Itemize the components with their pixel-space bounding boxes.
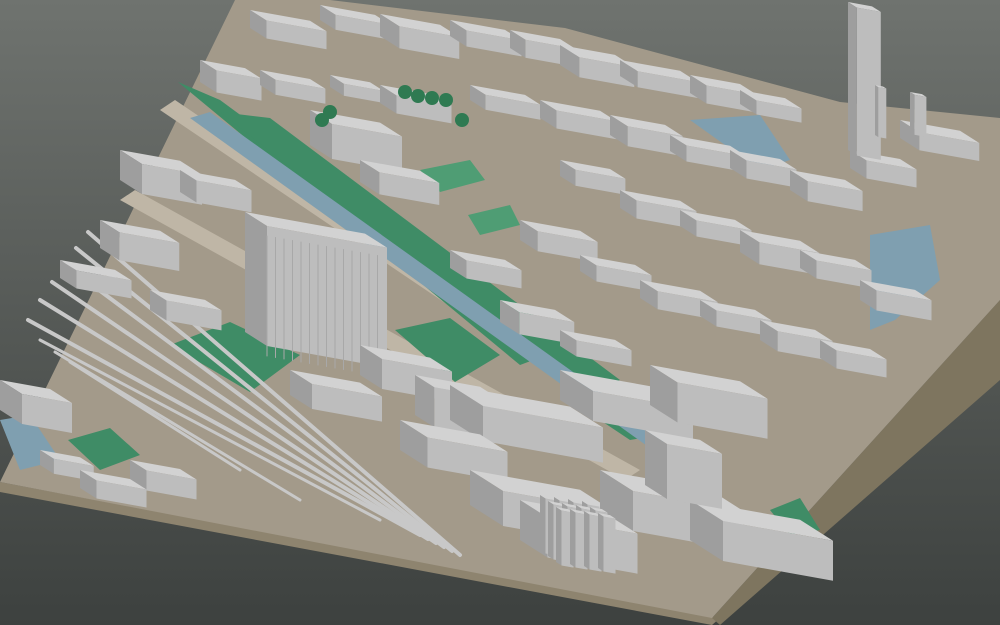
large-office-block bbox=[245, 212, 267, 346]
silo bbox=[598, 513, 604, 572]
city-model-viewport[interactable] bbox=[0, 0, 1000, 625]
tree bbox=[411, 89, 425, 103]
building-block bbox=[667, 444, 722, 509]
tall-tower bbox=[856, 7, 881, 160]
tower-annex bbox=[910, 92, 915, 135]
tall-tower bbox=[848, 2, 857, 156]
silo bbox=[548, 501, 554, 560]
city-model-scene bbox=[0, 0, 1000, 625]
tower-annex bbox=[878, 87, 887, 139]
silo bbox=[540, 495, 546, 554]
tower-annex bbox=[875, 85, 879, 138]
silo bbox=[556, 507, 562, 566]
silo bbox=[584, 511, 590, 570]
tree bbox=[398, 85, 412, 99]
tower-annex bbox=[914, 94, 927, 137]
tree bbox=[425, 91, 439, 105]
tree bbox=[439, 93, 453, 107]
silo bbox=[570, 509, 576, 568]
tree bbox=[323, 105, 337, 119]
tree bbox=[455, 113, 469, 127]
silo bbox=[603, 516, 616, 574]
